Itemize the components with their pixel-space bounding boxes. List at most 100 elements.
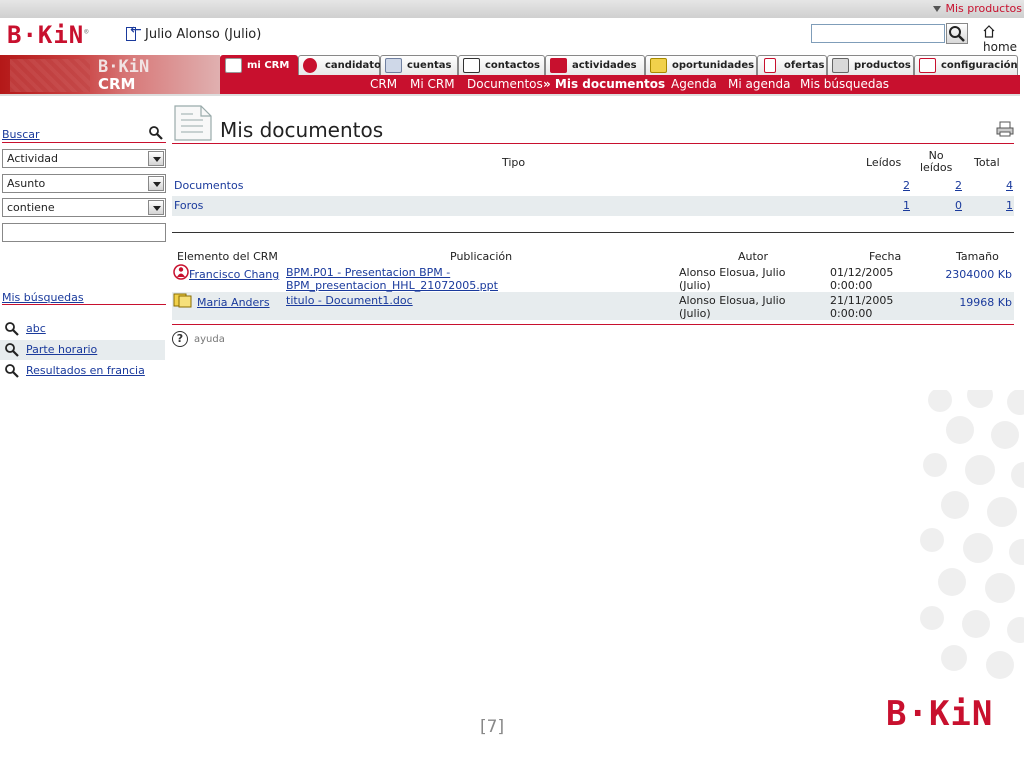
logout-icon[interactable] xyxy=(125,22,143,41)
magnifier-icon xyxy=(5,322,19,336)
header-total: Total xyxy=(974,156,1000,169)
global-search-input[interactable] xyxy=(811,24,945,43)
tab-label: cuentas xyxy=(407,60,452,71)
total-count-link[interactable]: 1 xyxy=(993,199,1013,212)
buscar-link[interactable]: Buscar xyxy=(2,128,40,141)
banner-product: CRM xyxy=(98,75,136,93)
user-name: Julio Alonso (Julio) xyxy=(145,27,262,42)
global-search-button[interactable] xyxy=(946,23,968,44)
header-publicacion: Publicación xyxy=(450,250,513,263)
cards-icon xyxy=(173,293,192,308)
field-select[interactable]: Actividad xyxy=(2,149,166,168)
tab-candidatos[interactable]: candidatos xyxy=(298,55,387,75)
operator-select[interactable]: contiene xyxy=(2,198,166,217)
page-title: Mis documentos xyxy=(220,118,384,142)
header-no-leidos-line2: leídos xyxy=(920,161,953,174)
date-day: 21/11/2005 xyxy=(830,294,894,307)
tab-label: mi CRM xyxy=(247,60,290,71)
chevron-down-icon[interactable] xyxy=(148,176,164,191)
no-leidos-count-link[interactable]: 0 xyxy=(942,199,962,212)
help-label: ayuda xyxy=(194,334,225,345)
logo-text: B·KiN xyxy=(7,21,85,49)
mis-busquedas-link[interactable]: Mis búsquedas xyxy=(2,291,84,304)
subnav-agenda[interactable]: Agenda xyxy=(671,77,717,91)
tab-actividades[interactable]: actividades xyxy=(545,55,645,75)
help-icon: ? xyxy=(172,331,188,347)
tab-label: ofertas xyxy=(784,60,825,71)
leidos-count-link[interactable]: 1 xyxy=(890,199,910,212)
publication-link[interactable]: BPM.P01 - Presentacion BPM - BPM_present… xyxy=(286,266,526,292)
home-link[interactable]: home xyxy=(983,25,1024,54)
search-icon[interactable] xyxy=(148,125,164,141)
top-bar: Mis productos xyxy=(0,0,1024,18)
saved-search-item[interactable]: abc xyxy=(0,319,165,339)
saved-search-item[interactable]: Resultados en francia xyxy=(0,361,165,381)
help-link[interactable]: ? ayuda xyxy=(172,331,225,347)
tab-configuracion[interactable]: configuración xyxy=(914,55,1018,75)
saved-search-label[interactable]: abc xyxy=(26,322,46,335)
subnav-mis-documentos[interactable]: » Mis documentos xyxy=(543,77,665,91)
document-icon xyxy=(174,105,212,141)
crm-element-link[interactable]: Francisco Chang xyxy=(189,268,279,281)
tab-label: productos xyxy=(854,60,911,71)
header-no-leidos: No leídos xyxy=(920,150,952,174)
tab-productos[interactable]: productos xyxy=(827,55,914,75)
section-divider xyxy=(172,232,1014,233)
subject-select[interactable]: Asunto xyxy=(2,174,166,193)
tab-mi-crm[interactable]: mi CRM xyxy=(220,55,298,75)
tab-cuentas[interactable]: cuentas xyxy=(380,55,458,75)
header-tipo: Tipo xyxy=(502,156,526,169)
monitor-icon xyxy=(225,58,242,73)
print-icon[interactable] xyxy=(996,121,1014,137)
sub-nav: CRM Mi CRM Documentos » Mis documentos A… xyxy=(220,75,1020,94)
date-time: 0:00:00 xyxy=(830,307,873,320)
crm-element-link[interactable]: Maria Anders xyxy=(197,296,270,309)
chevron-down-icon[interactable] xyxy=(148,200,164,215)
chevron-down-icon[interactable] xyxy=(148,151,164,166)
subnav-mi-agenda[interactable]: Mi agenda xyxy=(728,77,790,91)
magnifier-icon xyxy=(5,343,19,357)
subnav-documentos[interactable]: Documentos xyxy=(467,77,543,91)
mis-productos-link[interactable]: Mis productos xyxy=(933,2,1022,15)
tab-label: oportunidades xyxy=(672,60,755,71)
box-icon xyxy=(832,58,849,73)
calendar-icon xyxy=(550,58,567,73)
saved-search-label[interactable]: Resultados en francia xyxy=(26,364,145,377)
author: Alonso Elosua, Julio (Julio) xyxy=(679,266,786,292)
no-leidos-count-link[interactable]: 2 xyxy=(942,179,962,192)
publication-link[interactable]: titulo - Document1.doc xyxy=(286,294,526,307)
contact-card-icon xyxy=(463,58,480,73)
tab-contactos[interactable]: contactos xyxy=(458,55,545,75)
header-leidos: Leídos xyxy=(866,156,902,169)
tab-oportunidades[interactable]: oportunidades xyxy=(645,55,757,75)
saved-search-label[interactable]: Parte horario xyxy=(26,343,97,356)
table-row: Foros 1 0 1 xyxy=(172,196,1014,216)
tipo-label: Foros xyxy=(174,199,204,212)
bkin-logo: B·KiN® xyxy=(7,21,90,49)
subnav-mis-busquedas[interactable]: Mis búsquedas xyxy=(800,77,889,91)
leidos-count-link[interactable]: 2 xyxy=(890,179,910,192)
decorative-dots xyxy=(920,390,1024,679)
total-count-link[interactable]: 4 xyxy=(993,179,1013,192)
search-value-input[interactable] xyxy=(2,223,166,242)
saved-search-item[interactable]: Parte horario xyxy=(0,340,165,360)
select-value: contiene xyxy=(7,201,55,214)
subnav-mi-crm[interactable]: Mi CRM xyxy=(410,77,455,91)
header: B·KiN® Julio Alonso (Julio) home xyxy=(0,18,1024,54)
magnifier-icon xyxy=(5,364,19,378)
main-tabs: mi CRM candidatos cuentas contactos acti… xyxy=(220,55,1020,75)
table-row: Maria Anders titulo - Document1.doc Alon… xyxy=(172,292,1014,320)
user-box[interactable]: Julio Alonso (Julio) xyxy=(125,22,262,42)
title-divider xyxy=(172,143,1014,144)
banner-photo xyxy=(10,59,90,92)
subnav-crm[interactable]: CRM xyxy=(370,77,397,91)
slide-number: [7] xyxy=(480,717,505,737)
tab-label: candidatos xyxy=(325,60,387,71)
tab-ofertas[interactable]: ofertas xyxy=(757,55,827,75)
tab-label: configuración xyxy=(941,60,1018,71)
dropdown-arrow-icon xyxy=(933,6,942,12)
tab-label: contactos xyxy=(485,60,540,71)
crm-banner: B·KiN CRM xyxy=(0,55,220,94)
nav-divider xyxy=(0,94,1020,96)
header-tamano: Tamaño xyxy=(956,250,999,263)
